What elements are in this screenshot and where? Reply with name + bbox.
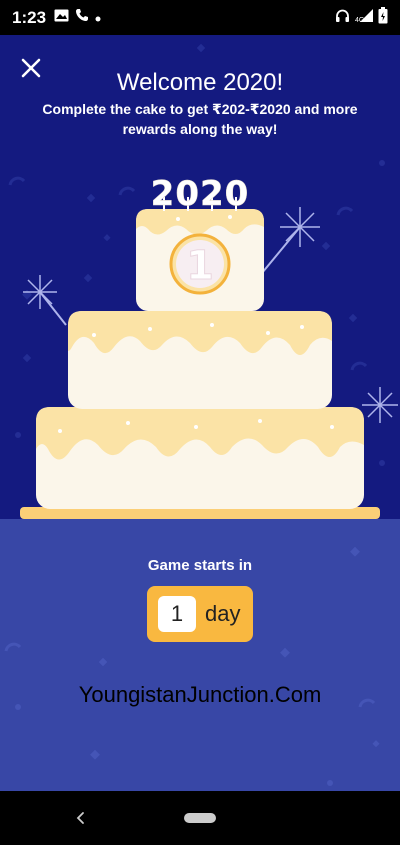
battery-icon xyxy=(378,6,388,29)
status-time: 1:23 xyxy=(12,7,47,27)
number-one-badge-icon: 1 xyxy=(169,233,231,295)
countdown-panel: Game starts in 1 day YoungistanJunction.… xyxy=(0,519,400,791)
frosting-middle xyxy=(68,311,332,355)
phone-icon xyxy=(75,8,89,27)
page-subtitle: Complete the cake to get ₹202-₹2020 and … xyxy=(42,101,358,137)
svg-text:4G: 4G xyxy=(355,17,364,23)
page-title: Welcome 2020! xyxy=(116,69,284,96)
status-left-icons xyxy=(54,8,101,27)
signal-icon: 4G xyxy=(354,8,374,28)
navigation-bar xyxy=(0,791,400,845)
home-pill-icon[interactable] xyxy=(184,813,216,823)
countdown-number: 1 xyxy=(158,596,196,632)
hero-section: 2020 1 Welcome 2020! Complete the cake t… xyxy=(0,35,400,519)
status-bar: 1:23 4G xyxy=(0,0,400,35)
headphones-icon xyxy=(335,8,350,28)
back-chevron-icon xyxy=(76,812,84,824)
countdown-label: Game starts in xyxy=(147,557,253,574)
image-icon xyxy=(54,9,69,27)
firework-right xyxy=(261,207,320,274)
dot-icon xyxy=(95,9,101,27)
candles-2020-text: 2020 xyxy=(151,174,250,214)
firework-left xyxy=(23,275,67,326)
watermark-text: YoungistanJunction.Com xyxy=(78,682,322,707)
status-right-icons: 4G xyxy=(335,6,388,29)
countdown-badge: 1 day xyxy=(147,586,253,642)
countdown-unit: day xyxy=(205,601,241,626)
back-button[interactable] xyxy=(72,809,90,827)
firework-far-right xyxy=(362,387,398,423)
svg-text:1: 1 xyxy=(186,243,214,289)
